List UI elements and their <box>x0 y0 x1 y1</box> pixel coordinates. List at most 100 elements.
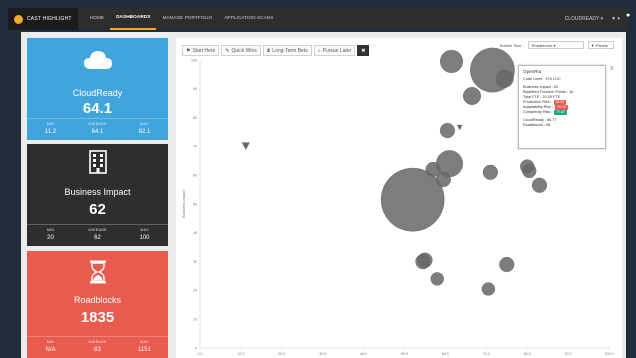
data-bubble <box>463 87 481 105</box>
account-menu[interactable]: CLOUDREADY ▾ <box>565 16 604 22</box>
main-nav: HOME DASHBOARDS MANAGE PORTFOLIO APPLICA… <box>84 8 280 30</box>
stat-average: AVERAGE 83 <box>74 337 121 358</box>
logo-mark-icon <box>14 14 23 24</box>
y-axis-label: Business Impact <box>182 189 186 218</box>
stat-value: 11.2 <box>44 129 57 135</box>
y-tick-label: 20 <box>193 289 197 293</box>
stat-label: AVERAGE <box>88 122 107 126</box>
y-tick-label: 70 <box>193 145 197 149</box>
card-value: 1835 <box>80 309 115 326</box>
nav-home[interactable]: HOME <box>84 8 110 30</box>
card-title: CloudReady <box>72 88 123 98</box>
stat-label: AVERAGE <box>88 340 107 344</box>
stat-value: 20 <box>47 235 54 241</box>
stat-value: 64.1 <box>91 129 104 135</box>
user-icon[interactable]: ● <box>626 12 630 19</box>
data-bubble <box>415 254 431 270</box>
data-bubble <box>440 49 464 73</box>
y-tick-label: 40 <box>193 231 197 235</box>
stat-max: MAX 82.1 <box>121 119 168 140</box>
card-value: 64.1 <box>82 100 113 117</box>
business-impact-card: Business Impact 62 MIN 20 AVERAGE 62 MAX 10… <box>27 144 168 246</box>
tooltip-production-risk-label: Production Risk : <box>523 100 552 104</box>
x-tick-label: 100.0 <box>605 352 614 356</box>
x-tick-label: 20.0 <box>278 352 285 356</box>
y-tick-label: 0 <box>195 346 197 350</box>
data-point-triangle <box>456 124 463 131</box>
stat-label: MIN <box>46 228 55 232</box>
x-tick-label: 0.0 <box>198 352 203 356</box>
card-title: Business Impact <box>64 187 131 197</box>
stat-min: MIN 20 <box>27 225 74 246</box>
nav-application-scans[interactable]: APPLICATION SCANS <box>218 8 279 30</box>
stat-value: 1151 <box>138 347 151 353</box>
x-tick-label: 40.0 <box>360 352 367 356</box>
x-tick-label: 90.0 <box>565 352 572 356</box>
stat-value: N/A <box>45 347 56 353</box>
y-tick-label: 10 <box>193 318 197 322</box>
stat-value: 82.1 <box>138 129 151 135</box>
stat-average: AVERAGE 64.1 <box>74 119 121 140</box>
cloud-icon <box>83 51 112 69</box>
x-tick-label: 60.0 <box>442 352 449 356</box>
stat-max: MAX 100 <box>121 225 168 246</box>
x-tick-label: 30.0 <box>319 352 326 356</box>
y-tick-label: 90 <box>193 87 197 91</box>
stat-label: MIN <box>46 122 55 126</box>
card-value: 62 <box>89 201 106 218</box>
stat-label: MAX <box>140 122 149 126</box>
nav-dashboards[interactable]: DASHBOARDS <box>110 8 157 30</box>
data-bubble <box>531 177 548 193</box>
stat-value: 100 <box>139 235 150 241</box>
card-title: Roadblocks <box>73 295 122 305</box>
data-point-triangle <box>241 142 250 150</box>
stat-label: MAX <box>140 340 149 344</box>
nav-manage-portfolio[interactable]: MANAGE PORTFOLIO <box>156 8 218 30</box>
app-logo[interactable]: CAST HIGHLIGHT <box>8 8 78 30</box>
x-tick-label: 70.0 <box>483 352 490 356</box>
x-tick-label: 10.0 <box>237 352 244 356</box>
stat-value: 83 <box>94 347 101 353</box>
y-tick-label: 100 <box>191 58 197 62</box>
app-frame: CAST HIGHLIGHT HOME DASHBOARDS MANAGE PO… <box>0 0 636 358</box>
data-bubble <box>439 123 455 139</box>
cloudready-card: CloudReady 64.1 MIN 11.2 AVERAGE 64.1 MAX 8… <box>27 38 168 140</box>
stat-max: MAX 1151 <box>121 337 168 358</box>
tooltip-complexity-risk-label: Complexity Risk : <box>523 110 553 114</box>
tooltip-adaptability-risk-label: Adaptability Risk : <box>523 105 554 109</box>
stat-min: MIN N/A <box>27 337 74 358</box>
logo-text: CAST HIGHLIGHT <box>27 16 72 22</box>
data-bubble <box>482 164 498 180</box>
chart-tooltip: OpenRia Code Lines : 976 LOC Business Im… <box>518 65 606 149</box>
bubble-chart-panel: ⚑ Start Here ✎ Quick Wins ⧗ Long-Term Bets … <box>176 38 622 358</box>
roadblocks-card: Roadblocks 1835 MIN N/A AVERAGE 83 MAX 1151 <box>27 251 168 358</box>
card-stats: MIN 11.2 AVERAGE 64.1 MAX 82.1 <box>27 118 168 140</box>
card-stats: MIN N/A AVERAGE 83 MAX 1151 <box>27 336 168 358</box>
data-bubble <box>522 163 537 179</box>
y-tick-label: 60 <box>193 174 197 178</box>
stat-average: AVERAGE 62 <box>74 225 121 246</box>
data-bubble <box>481 282 496 296</box>
complexity-risk-badge: 77.67 <box>554 110 567 115</box>
y-tick-label: 50 <box>193 202 197 206</box>
settings-menu[interactable]: ▼ ▾ <box>611 16 620 22</box>
x-tick-label: 80.0 <box>524 352 531 356</box>
stat-label: MAX <box>140 228 149 232</box>
tooltip-title: OpenRia <box>523 69 542 74</box>
building-icon <box>88 150 107 174</box>
tooltip-roadblocks: Roadblocks : 58 <box>523 123 551 127</box>
stat-min: MIN 11.2 <box>27 119 74 140</box>
x-tick-label: 50.0 <box>401 352 408 356</box>
data-bubble <box>380 167 445 232</box>
top-navbar: CAST HIGHLIGHT HOME DASHBOARDS MANAGE PO… <box>8 8 628 30</box>
card-stats: MIN 20 AVERAGE 62 MAX 100 <box>27 224 168 246</box>
stat-label: MIN <box>46 340 55 344</box>
topbar-right: CLOUDREADY ▾ ▼ ▾ <box>565 16 628 22</box>
data-bubble <box>430 272 444 286</box>
data-bubble <box>495 69 514 88</box>
y-tick-label: 30 <box>193 260 197 264</box>
y-tick-label: 80 <box>193 116 197 120</box>
data-bubble <box>499 256 515 273</box>
hourglass-icon <box>89 260 106 284</box>
stat-value: 62 <box>94 235 101 241</box>
